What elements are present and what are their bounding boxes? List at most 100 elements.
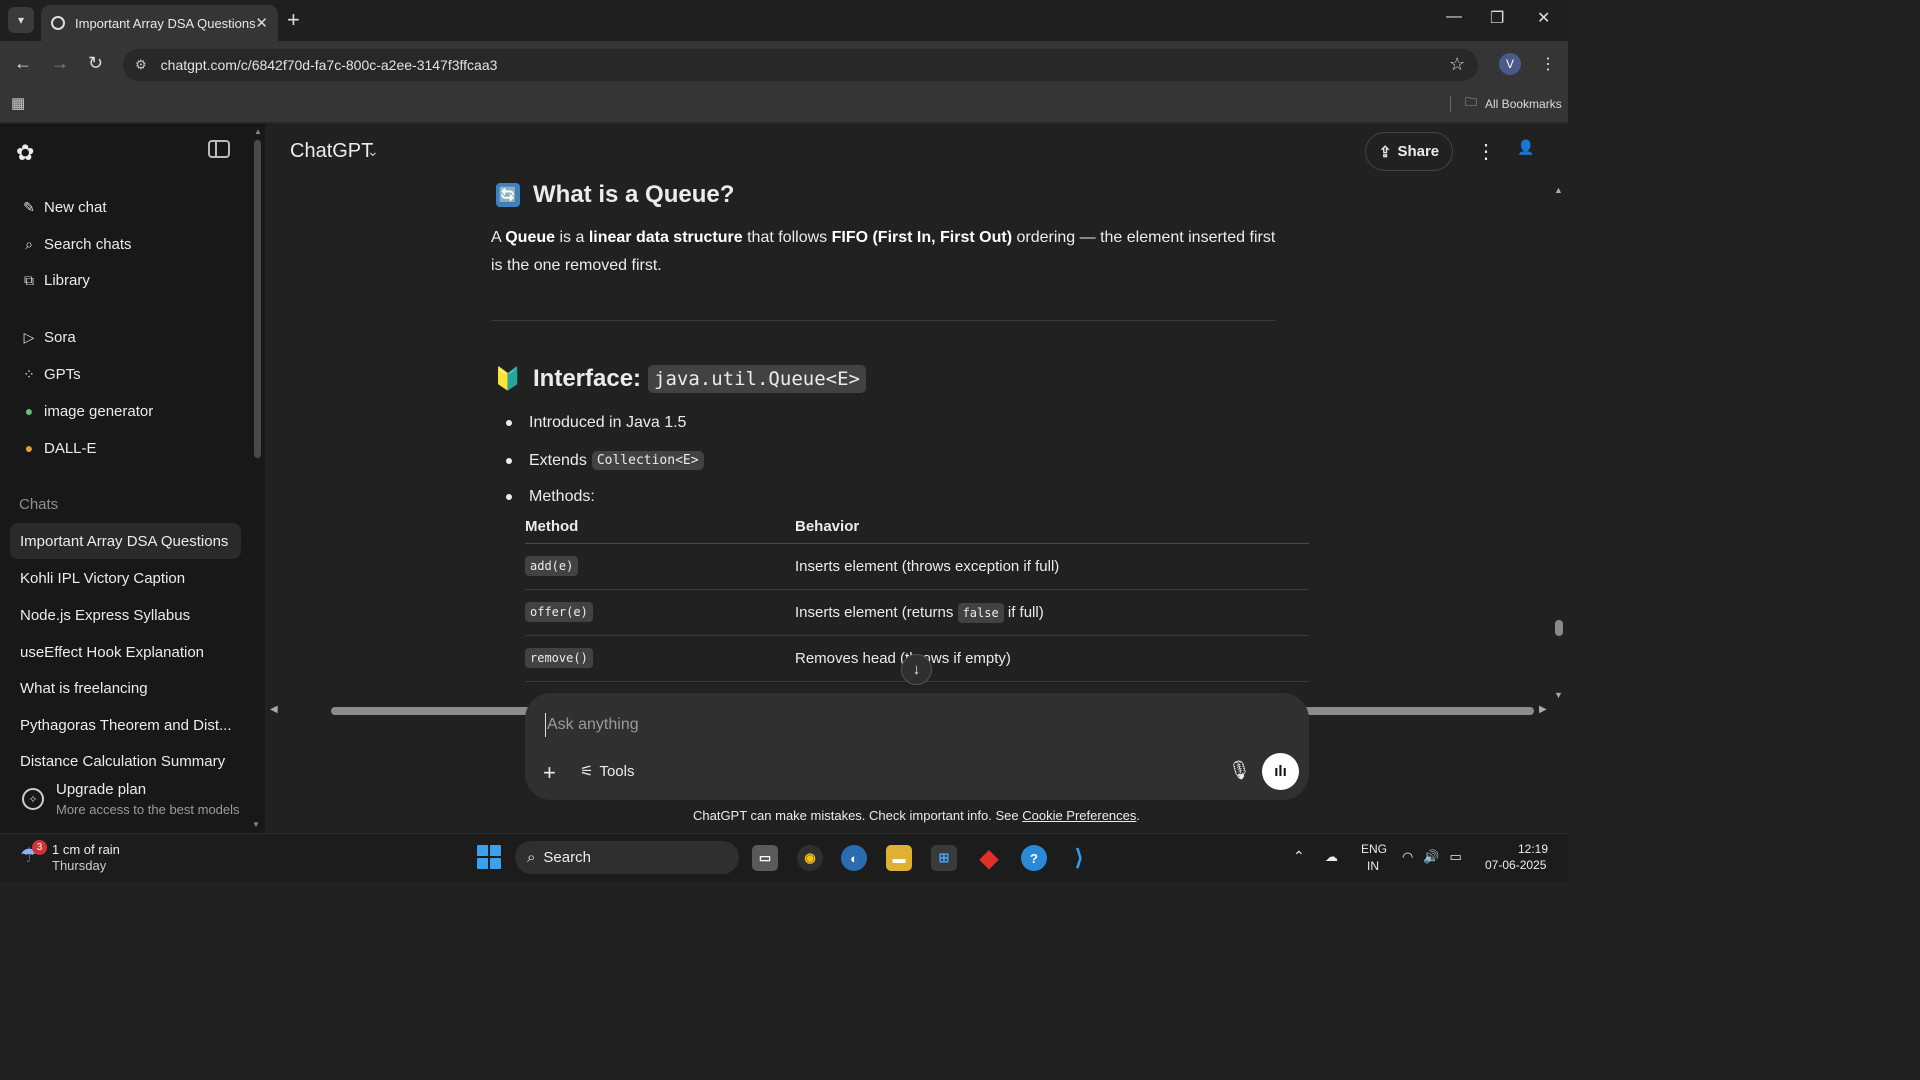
inline-code: Collection<E>	[591, 451, 704, 470]
more-options-icon[interactable]: ⋮	[1476, 139, 1496, 164]
all-bookmarks-button[interactable]: 🗀 All Bookmarks	[1450, 93, 1562, 114]
method-code: offer(e)	[525, 602, 593, 622]
openai-logo-icon[interactable]: ✿	[16, 140, 34, 166]
browser-tab[interactable]: Important Array DSA Questions ✕	[41, 5, 278, 41]
back-icon[interactable]: ←	[14, 53, 32, 74]
region-indicator[interactable]: IN	[1367, 859, 1379, 873]
chat-item[interactable]: Distance Calculation Summary	[10, 744, 241, 770]
model-selector[interactable]: ChatGPT	[290, 140, 373, 163]
weather-text[interactable]: 1 cm of rain	[52, 842, 120, 857]
main-scrollbar-thumb[interactable]	[1555, 620, 1563, 636]
chat-item[interactable]: useEffect Hook Explanation	[10, 634, 241, 670]
voice-mode-button[interactable]: ılı	[1262, 753, 1299, 790]
clock-date[interactable]: 07-06-2025	[1485, 858, 1546, 872]
language-indicator[interactable]: ENG	[1361, 842, 1387, 856]
upgrade-title: Upgrade plan	[56, 781, 147, 798]
cookie-preferences-link[interactable]: Cookie Preferences	[1022, 808, 1136, 823]
tab-search-button[interactable]: ▾	[8, 7, 34, 33]
restore-icon[interactable]: ❐	[1490, 8, 1504, 28]
scroll-to-bottom-button[interactable]: ↓	[901, 654, 932, 685]
onedrive-icon[interactable]: ☁	[1325, 849, 1338, 865]
section-title: What is a Queue?	[533, 181, 735, 208]
search-chats-button[interactable]: ⌕ Search chats	[10, 227, 240, 261]
close-window-icon[interactable]: ✕	[1537, 8, 1550, 28]
chat-item[interactable]: Node.js Express Syllabus	[10, 597, 241, 633]
search-icon: ⌕	[25, 235, 33, 252]
new-chat-button[interactable]: ✎ New chat	[10, 190, 240, 224]
disclaimer-text: ChatGPT can make mistakes. Check importa…	[692, 808, 1023, 823]
start-tile	[477, 845, 488, 856]
microphone-icon[interactable]: 🎙	[1228, 760, 1251, 781]
section-divider	[491, 320, 1276, 321]
chat-item[interactable]: Kohli IPL Victory Caption	[10, 560, 241, 596]
minimize-icon[interactable]: —	[1446, 8, 1462, 26]
sidebar-item-dalle[interactable]: ● DALL-E	[10, 431, 240, 465]
sidebar-item-gpts[interactable]: ⁘ GPTs	[10, 357, 240, 391]
windows-start-icon[interactable]	[477, 845, 501, 869]
forward-icon[interactable]: →	[51, 53, 69, 74]
weather-badge: 3	[32, 840, 47, 855]
site-info-icon[interactable]: ⚙	[135, 57, 147, 73]
scroll-right-arrow-icon[interactable]: ▶	[1539, 704, 1547, 715]
scroll-left-arrow-icon[interactable]: ◀	[270, 704, 278, 715]
browser-menu-icon[interactable]: ⋮	[1540, 54, 1556, 74]
search-chats-label: Search chats	[44, 235, 132, 253]
sidebar-item-image-generator[interactable]: ● image generator	[10, 394, 240, 428]
table-header-behavior: Behavior	[795, 518, 860, 535]
library-label: Library	[44, 271, 90, 289]
vscode-icon[interactable]: ⟩	[1066, 845, 1092, 871]
queue-definition: A Queue is a linear data structure that …	[491, 224, 1291, 280]
upgrade-subtitle: More access to the best models	[56, 802, 240, 817]
tab-title: Important Array DSA Questions	[75, 15, 256, 31]
behavior-cell: Inserts element (returns false if full)	[795, 603, 1044, 623]
upgrade-icon: ✧	[22, 788, 44, 810]
file-explorer-icon[interactable]: ▬	[886, 845, 912, 871]
profile-avatar[interactable]: V	[1499, 53, 1521, 75]
close-tab-icon[interactable]: ✕	[255, 14, 268, 32]
taskbar-search[interactable]: ⌕ Search	[515, 841, 739, 874]
microsoft-store-icon[interactable]: ⊞	[931, 845, 957, 871]
scroll-down-arrow-icon[interactable]: ▼	[1554, 690, 1563, 700]
add-attachment-icon[interactable]: +	[543, 760, 556, 786]
table-row-divider	[525, 635, 1309, 636]
chat-item[interactable]: What is freelancing	[10, 670, 241, 706]
chevron-down-icon[interactable]: ⌄	[367, 143, 379, 160]
library-button[interactable]: ⧉ Library	[10, 263, 240, 297]
chevron-up-icon[interactable]: ⌃	[1293, 848, 1305, 865]
wifi-icon: ◠	[1402, 849, 1414, 864]
bookmark-star-icon[interactable]: ☆	[1449, 54, 1465, 75]
clock-time[interactable]: 12:19	[1518, 842, 1548, 856]
apps-grid-icon[interactable]: ▦	[11, 94, 25, 112]
interface-label: Interface:	[533, 365, 642, 392]
system-tray-icons[interactable]: ◠ 🔊 ▭	[1402, 849, 1462, 865]
chat-item-active[interactable]: Important Array DSA Questions	[10, 523, 241, 559]
table-row: remove()	[525, 648, 593, 668]
bullet-text: Introduced in Java 1.5	[529, 414, 687, 431]
share-button[interactable]: ⇪ Share	[1365, 132, 1453, 171]
table-header-method: Method	[525, 518, 579, 535]
anydesk-icon[interactable]: ◆	[976, 845, 1002, 872]
play-circle-icon: ▷	[23, 328, 35, 345]
address-bar[interactable]: ⚙ chatgpt.com/c/6842f70d-fa7c-800c-a2ee-…	[123, 49, 1478, 81]
toggle-sidebar-icon[interactable]	[208, 140, 230, 158]
url-text[interactable]: chatgpt.com/c/6842f70d-fa7c-800c-a2ee-31…	[161, 57, 498, 73]
taskbar-search-label: Search	[543, 849, 591, 866]
help-icon[interactable]: ?	[1021, 845, 1047, 871]
copilot-icon[interactable]: ◐	[841, 845, 867, 871]
new-tab-button[interactable]: +	[287, 7, 300, 33]
scroll-up-arrow-icon[interactable]: ▲	[1554, 185, 1563, 195]
text-span: if full)	[1007, 604, 1044, 621]
prompt-input[interactable]	[545, 713, 1145, 737]
chrome-icon[interactable]: ◉	[797, 845, 823, 871]
scroll-up-arrow-icon[interactable]: ▲	[254, 127, 262, 136]
text-span: is a	[555, 229, 589, 246]
reload-icon[interactable]: ↻	[88, 53, 103, 74]
sidebar-scrollbar[interactable]	[254, 140, 261, 458]
user-avatar[interactable]: 👤	[1517, 139, 1547, 165]
text-span: ordering — the element inserted first	[1012, 229, 1276, 246]
sliders-icon: ⚟	[580, 763, 594, 780]
sidebar-item-sora[interactable]: ▷ Sora	[10, 320, 240, 354]
task-view-icon[interactable]: ▭	[752, 845, 778, 871]
chat-item[interactable]: Pythagoras Theorem and Dist...	[10, 707, 241, 743]
tools-button[interactable]: ⚟ Tools	[580, 762, 634, 781]
